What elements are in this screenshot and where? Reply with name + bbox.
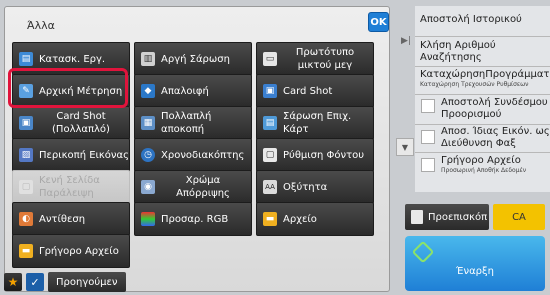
start-label: Έναρξη [456,266,494,277]
quick-file-button[interactable]: ▬ Γρήγορο Αρχείο [12,234,130,268]
preview-icon [411,210,423,224]
divider [415,66,550,67]
program-register-sub: Καταχώρηση Τρεχουσών Ρυθμίσεων [420,81,529,88]
slow-scan-button[interactable]: ▥ Αργή Σάρωση [134,42,252,76]
timer-button[interactable]: ◷ Χρονοδιακόπτης [134,138,252,172]
timer-icon: ◷ [141,148,155,162]
send-same-dest-checkbox[interactable] [421,99,435,113]
contrast-icon: ◐ [19,212,33,226]
send-same-dest-label: Αποστολή Συνδέσμου Προορισμού [441,97,548,120]
star-icon[interactable]: ★ [4,273,22,291]
multi-crop-icon: ▦ [141,116,155,130]
send-history-item[interactable]: Αποστολή Ιστορικού [420,14,550,26]
program-register-label: ΚαταχώρησηΠρογράμματος [420,69,550,80]
card-shot-multi-button[interactable]: ▣ Card Shot (Πολλαπλό) [12,106,130,140]
erase-icon: ◆ [141,84,155,98]
card-shot-icon: ▣ [263,84,277,98]
image-crop-icon: ▨ [19,148,33,162]
quick-file-checkbox[interactable] [421,158,435,172]
folder-icon: ▬ [263,212,277,226]
original-count-icon: ✎ [19,84,33,98]
chevron-down-icon[interactable]: ▼ [396,138,414,156]
sharpness-button[interactable]: AA Οξύτητα [256,170,374,204]
sharpness-icon: AA [263,180,277,194]
divider [415,36,550,37]
multi-crop-button[interactable]: ▦ Πολλαπλή αποκοπή [134,106,252,140]
image-crop-button[interactable]: ▨ Περικοπή Εικόνας [12,138,130,172]
contrast-button[interactable]: ◐ Αντίθεση [12,202,130,236]
erase-button[interactable]: ◆ Απαλοιφή [134,74,252,108]
job-build-icon: ▤ [19,52,33,66]
program-register-item[interactable]: ΚαταχώρησηΠρογράμματος Καταχώρηση Τρεχου… [420,69,550,89]
quick-file-icon: ▬ [19,244,33,258]
check-icon[interactable]: ✓ [26,273,44,291]
preview-button[interactable]: Προεπισκόπ [405,204,489,230]
blank-page-skip-button: ▢ Κενή Σελίδα Παράλειψη [12,170,130,204]
ok-button[interactable]: OK [368,12,389,32]
divider [415,94,550,95]
color-dropout-button[interactable]: ◉ Χρώμα Απόρριψης [134,170,252,204]
slow-scan-icon: ▥ [141,52,155,66]
right-panel: Αποστολή Ιστορικού Κλήση Αριθμού Αναζήτη… [415,6,550,192]
ca-button[interactable]: CA [493,204,545,230]
file-button[interactable]: ▬ Αρχείο [256,202,374,236]
address-search-item[interactable]: Κλήση Αριθμού Αναζήτησης [420,40,550,64]
blank-page-skip-icon: ▢ [19,180,33,194]
card-shot-multi-icon: ▣ [19,116,33,130]
rgb-adjust-button[interactable]: Προσαρ. RGB [134,202,252,236]
quick-file-option: Γρήγορο Αρχείο Προσωρινή Αποθήκ Δεδομέν [441,155,550,175]
send-same-image-label: Αποσ. Ίδιας Εικόν. ως Διεύθυνση Φαξ [441,126,550,149]
mixed-size-icon: ▭ [263,52,277,66]
rgb-adjust-icon [141,212,155,226]
color-dropout-icon: ◉ [141,180,155,194]
send-same-image-checkbox[interactable] [421,130,435,144]
background-adjust-icon: ▢ [263,148,277,162]
quick-file-option-sub: Προσωρινή Αποθήκ Δεδομέν [441,167,527,174]
previous-button[interactable]: Προηγούμεν [48,272,126,292]
chevron-right-icon[interactable]: ▶| [401,36,411,46]
start-button[interactable]: Έναρξη [405,236,545,291]
divider [415,152,550,153]
card-shot-button[interactable]: ▣ Card Shot [256,74,374,108]
business-card-scan-button[interactable]: ▤ Σάρωση Επιχ. Κάρτ [256,106,374,140]
divider [415,124,550,125]
quick-file-option-label: Γρήγορο Αρχείο [441,155,521,166]
background-adjust-button[interactable]: ▢ Ρύθμιση Φόντου [256,138,374,172]
original-count-button[interactable]: ✎ Αρχική Μέτρηση [12,74,130,108]
panel-title: Άλλα [27,19,55,32]
bottom-bar: ★ ✓ Προηγούμεν [4,272,126,292]
job-build-button[interactable]: ▤ Κατασκ. Εργ. [12,42,130,76]
preview-label: Προεπισκόπ [428,211,488,223]
mixed-size-original-button[interactable]: ▭ Πρωτότυπο μικτού μεγ [256,42,374,76]
start-icon [411,240,435,264]
business-card-scan-icon: ▤ [263,116,277,130]
